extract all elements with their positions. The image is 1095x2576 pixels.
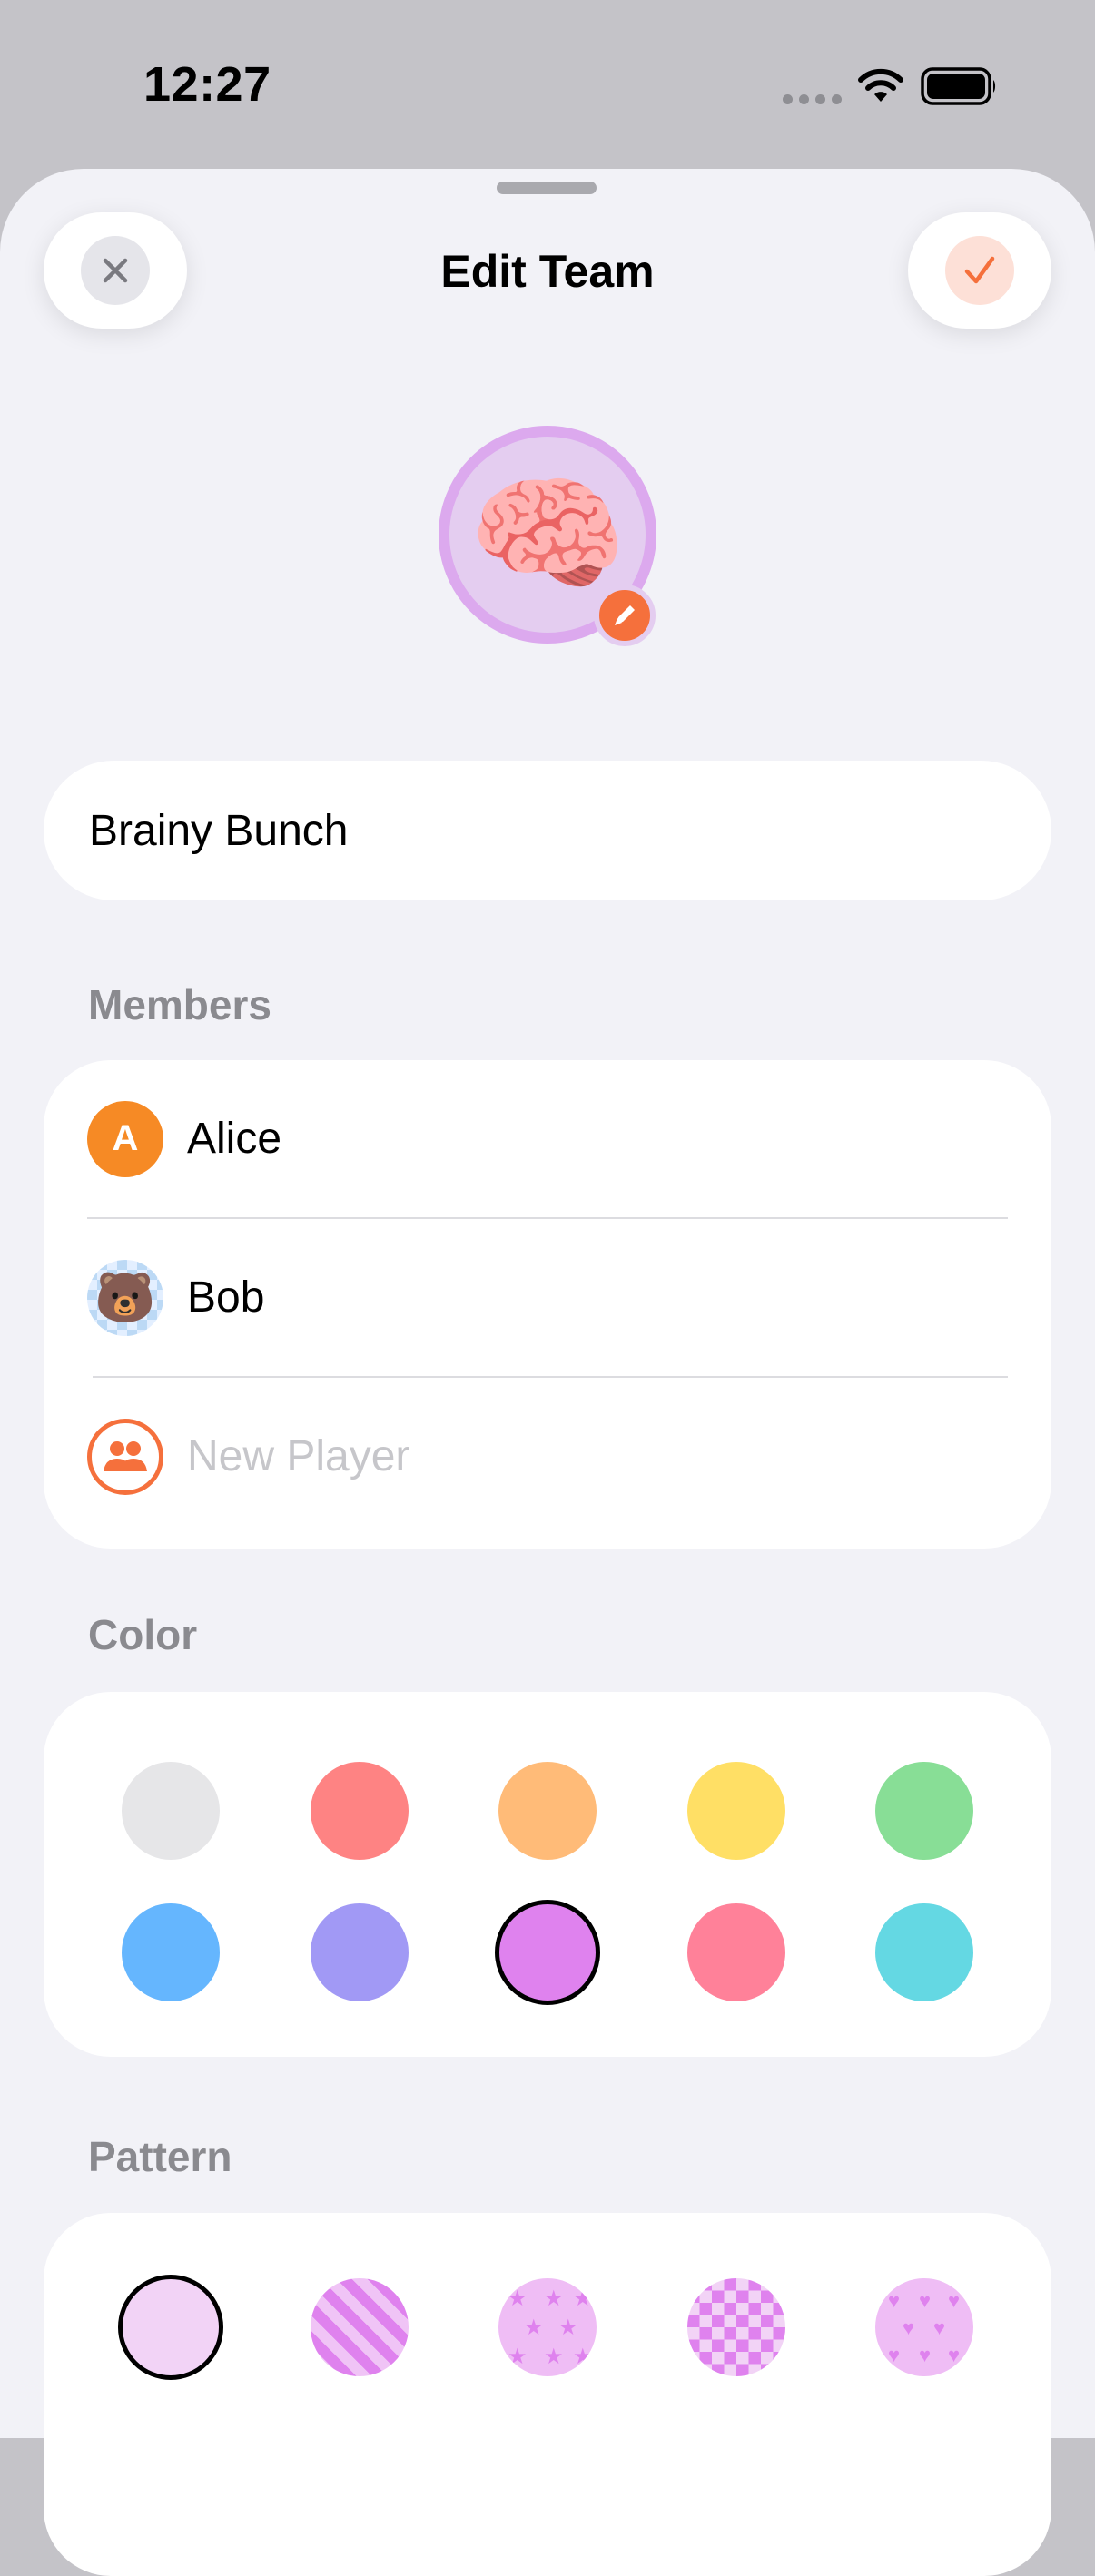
checkmark-icon: [964, 256, 995, 284]
member-row-alice[interactable]: A Alice: [87, 1060, 1008, 1217]
svg-text:♥: ♥: [888, 2289, 900, 2312]
pattern-swatch-solid-selected[interactable]: [118, 2275, 223, 2380]
svg-text:★: ★: [544, 2345, 564, 2369]
svg-text:★: ★: [544, 2286, 564, 2311]
color-card: [44, 1692, 1051, 2057]
svg-text:♥: ♥: [919, 2344, 931, 2366]
done-button[interactable]: [908, 212, 1051, 329]
svg-text:♥: ♥: [933, 2316, 945, 2339]
svg-text:♥: ♥: [888, 2344, 900, 2366]
member-emoji: 🐻: [94, 1270, 156, 1325]
wifi-icon: [858, 68, 903, 102]
svg-text:♥: ♥: [948, 2344, 960, 2366]
team-name-value: Brainy Bunch: [89, 806, 349, 855]
member-avatar: A: [87, 1100, 163, 1177]
color-swatch-teal[interactable]: [875, 1903, 973, 2001]
pattern-swatch-checkers[interactable]: [687, 2278, 785, 2376]
pattern-swatch-stripes[interactable]: [311, 2278, 409, 2376]
members-card: A Alice 🐻 Bob New Player: [44, 1060, 1051, 1549]
member-name: Alice: [187, 1115, 282, 1163]
new-player-row[interactable]: New Player: [87, 1378, 1008, 1535]
color-swatch-indigo[interactable]: [311, 1903, 409, 2001]
svg-text:♥: ♥: [948, 2289, 960, 2312]
new-player-input: New Player: [187, 1432, 410, 1480]
pattern-swatch-hearts[interactable]: ♥ ♥ ♥ ♥ ♥ ♥ ♥ ♥: [875, 2278, 973, 2376]
color-section-label: Color: [88, 1611, 198, 1658]
member-avatar: 🐻: [87, 1259, 163, 1336]
svg-text:♥: ♥: [903, 2316, 914, 2339]
status-time: 12:27: [143, 57, 271, 112]
svg-text:★: ★: [508, 2345, 528, 2369]
sheet-grabber[interactable]: [497, 182, 597, 194]
star-pattern-icon: ★ ★ ★ ★ ★ ★ ★ ★: [508, 2286, 593, 2369]
color-swatch-gray[interactable]: [122, 1762, 220, 1860]
member-row-bob[interactable]: 🐻 Bob: [87, 1219, 1008, 1376]
svg-text:♥: ♥: [919, 2289, 931, 2312]
pattern-card: ★ ★ ★ ★ ★ ★ ★ ★ ♥ ♥ ♥ ♥ ♥ ♥ ♥ ♥: [44, 2213, 1051, 2576]
color-swatch-green[interactable]: [875, 1762, 973, 1860]
color-swatch-red[interactable]: [311, 1762, 409, 1860]
cellular-signal-icon: [783, 94, 842, 104]
member-name: Bob: [187, 1273, 265, 1322]
edit-avatar-button[interactable]: [594, 585, 656, 646]
pattern-swatch-stars[interactable]: ★ ★ ★ ★ ★ ★ ★ ★: [498, 2278, 597, 2376]
members-section-label: Members: [88, 981, 271, 1028]
color-swatch-orange[interactable]: [498, 1762, 597, 1860]
svg-text:★: ★: [508, 2286, 528, 2311]
svg-text:★: ★: [524, 2315, 544, 2340]
svg-text:★: ★: [573, 2345, 593, 2369]
color-swatch-purple-selected[interactable]: [495, 1900, 600, 2005]
team-name-field[interactable]: Brainy Bunch: [44, 761, 1051, 900]
svg-text:★: ★: [558, 2315, 578, 2340]
pattern-section-label: Pattern: [88, 2133, 232, 2180]
pencil-icon: [615, 605, 635, 625]
svg-text:★: ★: [573, 2286, 593, 2311]
people-icon: [87, 1418, 163, 1495]
team-emoji: 🧠: [468, 463, 627, 605]
member-initial: A: [112, 1118, 139, 1158]
color-swatch-pink[interactable]: [687, 1903, 785, 2001]
edit-team-sheet: Edit Team 🧠 Brainy Bunch Members A Alice: [0, 169, 1095, 2576]
color-swatch-yellow[interactable]: [687, 1762, 785, 1860]
battery-icon: [921, 67, 996, 105]
heart-pattern-icon: ♥ ♥ ♥ ♥ ♥ ♥ ♥ ♥: [888, 2289, 960, 2366]
color-swatch-blue[interactable]: [122, 1903, 220, 2001]
